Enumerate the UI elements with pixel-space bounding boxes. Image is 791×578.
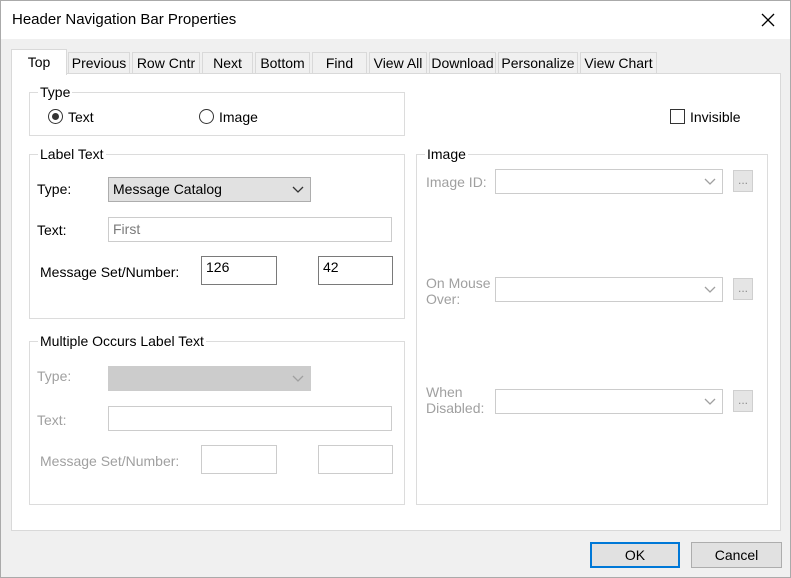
tab-personalize[interactable]: Personalize bbox=[498, 52, 578, 74]
dialog-title: Header Navigation Bar Properties bbox=[12, 11, 237, 28]
tab-top[interactable]: Top bbox=[11, 49, 67, 75]
close-icon bbox=[761, 13, 775, 27]
when-disabled-label-line1: When bbox=[426, 384, 463, 400]
label-text-group-label: Label Text bbox=[38, 146, 106, 162]
mo-type-label: Type: bbox=[37, 368, 72, 384]
chevron-down-icon bbox=[704, 398, 716, 405]
tab-download[interactable]: Download bbox=[429, 52, 496, 74]
label-msg-set-field[interactable]: 126 bbox=[201, 256, 277, 285]
label-type-value: Message Catalog bbox=[113, 181, 222, 197]
tab-previous[interactable]: Previous bbox=[68, 52, 130, 74]
close-button[interactable] bbox=[752, 5, 784, 35]
mo-msg-label: Message Set/Number: bbox=[40, 453, 180, 469]
chevron-down-icon bbox=[292, 375, 304, 382]
tab-view-all[interactable]: View All bbox=[369, 52, 427, 74]
image-id-browse-button[interactable]: ... bbox=[733, 170, 753, 192]
image-group: Image Image ID: ... On Mouse Over: ... W… bbox=[416, 146, 768, 505]
label-type-select[interactable]: Message Catalog bbox=[108, 177, 311, 202]
invisible-label: Invisible bbox=[690, 109, 741, 125]
mo-text-label: Text: bbox=[37, 412, 67, 428]
text-radio[interactable] bbox=[48, 109, 63, 124]
tab-find[interactable]: Find bbox=[312, 52, 367, 74]
label-msg-label: Message Set/Number: bbox=[40, 264, 180, 280]
ok-button[interactable]: OK bbox=[590, 542, 680, 568]
label-type-label: Type: bbox=[37, 181, 72, 197]
tab-row-cntr[interactable]: Row Cntr bbox=[132, 52, 200, 74]
text-radio-label: Text bbox=[68, 109, 94, 125]
chevron-down-icon bbox=[292, 186, 304, 193]
when-disabled-label-line2: Disabled: bbox=[426, 400, 485, 416]
label-text-field[interactable]: First bbox=[108, 217, 392, 242]
mouse-over-label-line1: On Mouse bbox=[426, 275, 491, 291]
mouse-over-browse-button[interactable]: ... bbox=[733, 278, 753, 300]
when-disabled-browse-button[interactable]: ... bbox=[733, 390, 753, 412]
image-radio-label: Image bbox=[219, 109, 258, 125]
tab-next[interactable]: Next bbox=[202, 52, 253, 74]
tab-bottom[interactable]: Bottom bbox=[255, 52, 310, 74]
multiple-occurs-group: Multiple Occurs Label Text Type: Text: M… bbox=[29, 333, 405, 505]
mouse-over-select[interactable] bbox=[495, 277, 723, 302]
image-id-select[interactable] bbox=[495, 169, 723, 194]
mouse-over-label-line2: Over: bbox=[426, 291, 461, 307]
tab-panel-top: Type Text Image Invisible Label Text Typ… bbox=[11, 73, 781, 531]
when-disabled-select[interactable] bbox=[495, 389, 723, 414]
label-text-label: Text: bbox=[37, 222, 67, 238]
image-id-label: Image ID: bbox=[426, 174, 487, 190]
mo-msg-set-field[interactable] bbox=[201, 445, 277, 474]
dialog-window: Header Navigation Bar Properties Top Pre… bbox=[0, 0, 791, 578]
tab-view-chart[interactable]: View Chart bbox=[580, 52, 657, 74]
chevron-down-icon bbox=[704, 178, 716, 185]
mo-text-field[interactable] bbox=[108, 406, 392, 431]
type-group: Type Text Image bbox=[29, 84, 405, 136]
type-group-label: Type bbox=[38, 84, 73, 100]
multiple-occurs-group-label: Multiple Occurs Label Text bbox=[38, 333, 206, 349]
label-msg-number-field[interactable]: 42 bbox=[318, 256, 393, 285]
invisible-checkbox[interactable] bbox=[670, 109, 685, 124]
cancel-button[interactable]: Cancel bbox=[691, 542, 782, 568]
title-bar: Header Navigation Bar Properties bbox=[1, 1, 790, 39]
image-radio[interactable] bbox=[199, 109, 214, 124]
mo-type-select[interactable] bbox=[108, 366, 311, 391]
label-text-group: Label Text Type: Message Catalog Text: F… bbox=[29, 146, 405, 319]
chevron-down-icon bbox=[704, 286, 716, 293]
image-group-label: Image bbox=[425, 146, 468, 162]
mo-msg-number-field[interactable] bbox=[318, 445, 393, 474]
